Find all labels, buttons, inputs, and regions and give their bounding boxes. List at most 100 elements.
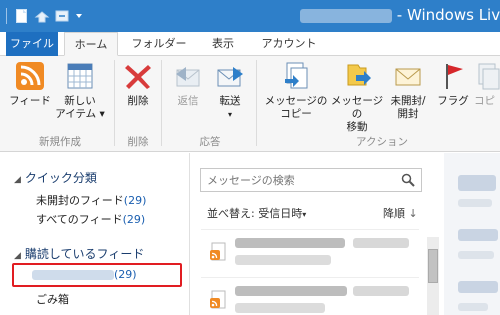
search-icon[interactable] — [401, 173, 415, 187]
delete-button-label: 削除 — [127, 95, 149, 107]
toolbar-divider — [6, 8, 7, 24]
unread-feeds-count: (29) — [123, 194, 147, 207]
flag-icon — [437, 60, 469, 92]
copy-button-label: コピ — [474, 95, 495, 107]
calendar-grid-icon — [64, 60, 96, 92]
nav-item-trash[interactable]: ごみ箱 — [36, 291, 69, 307]
scrollbar-thumb[interactable] — [428, 249, 438, 283]
blurred-subject — [235, 255, 331, 265]
flag-button-label: フラグ — [437, 95, 469, 107]
move-message-label-1: メッセージの — [330, 95, 384, 120]
blurred-time — [353, 238, 409, 248]
group-divider — [161, 60, 162, 146]
group-label-respond: 応答 — [199, 136, 221, 148]
envelope-icon — [392, 60, 424, 92]
blurred-text — [458, 251, 494, 259]
tab-home[interactable]: ホーム — [64, 32, 118, 56]
forward-button[interactable]: 転送 ▾ — [210, 60, 250, 121]
ribbon-tabs: ファイル ホーム フォルダー 表示 アカウント — [0, 32, 500, 56]
order-label: 降順 — [383, 207, 405, 220]
search-box[interactable] — [200, 168, 422, 192]
copy-button[interactable]: コピ — [474, 60, 500, 108]
delete-x-icon — [122, 60, 154, 92]
copy-icon — [474, 60, 500, 92]
feed-item-count: (29) — [114, 268, 137, 281]
forward-icon — [214, 60, 246, 92]
group-label-delete: 削除 — [127, 136, 149, 148]
unread-feeds-label: 未開封のフィード — [36, 194, 124, 207]
quick-views-label: クイック分類 — [24, 171, 97, 185]
forward-dropdown-arrow[interactable]: ▾ — [228, 108, 232, 121]
blurred-text — [458, 281, 498, 293]
reading-pane — [444, 153, 500, 315]
ribbon: フィード 新しい アイテム ▾ 新規作成 削除 削除 返信 転送 ▾ 応答 メッ… — [0, 56, 500, 152]
subscribed-feeds-header[interactable]: ◢ 購読しているフィード — [14, 245, 144, 262]
all-feeds-count: (29) — [122, 213, 146, 226]
unread-read-label-1: 未開封/ — [390, 95, 426, 107]
new-items-button[interactable]: 新しい アイテム ▾ — [54, 60, 106, 121]
tab-account[interactable]: アカウント — [252, 32, 326, 56]
tab-view[interactable]: 表示 — [198, 32, 248, 56]
sort-by-dropdown[interactable]: 並べ替え: 受信日時▾ — [207, 205, 306, 221]
collapse-triangle-icon[interactable]: ◢ — [14, 251, 21, 261]
nav-item-subscribed-feed[interactable]: (29) — [32, 268, 137, 281]
new-document-icon[interactable] — [14, 8, 30, 24]
group-divider — [114, 60, 115, 146]
new-items-label-1: 新しい — [64, 95, 96, 107]
tab-folder[interactable]: フォルダー — [124, 32, 194, 56]
group-label-new: 新規作成 — [39, 136, 81, 148]
title-bar: - Windows Liv — [0, 0, 500, 32]
sort-arrow-icon: ▾ — [302, 210, 307, 219]
blurred-account-name — [300, 8, 392, 23]
feed-button[interactable]: フィード — [8, 60, 52, 108]
new-items-label-2: アイテム ▾ — [55, 108, 105, 120]
delete-button[interactable]: 削除 — [118, 60, 158, 108]
collapse-triangle-icon[interactable]: ◢ — [14, 175, 21, 185]
search-input[interactable] — [207, 172, 397, 188]
tab-file[interactable]: ファイル — [6, 32, 58, 56]
reply-button[interactable]: 返信 — [168, 60, 208, 108]
forward-button-label: 転送 — [219, 95, 241, 107]
group-label-actions: アクション — [356, 136, 408, 148]
copy-message-button[interactable]: メッセージの コピー — [264, 60, 328, 121]
nav-item-unread-feeds[interactable]: 未開封のフィード(29) — [36, 192, 146, 208]
feed-button-label: フィード — [9, 95, 51, 107]
window-title: - Windows Liv — [300, 6, 500, 26]
folder-sync-icon[interactable] — [54, 8, 70, 24]
blurred-text — [458, 199, 492, 207]
all-feeds-label: すべてのフィード — [36, 213, 123, 226]
blurred-feed-name — [32, 270, 114, 280]
reply-button-label: 返信 — [177, 95, 199, 107]
list-item[interactable] — [201, 277, 419, 315]
copy-message-icon — [280, 60, 312, 92]
blurred-subject — [235, 303, 325, 313]
message-list-pane: 並べ替え: 受信日時▾ 降順 ↓ — [191, 153, 443, 315]
group-divider — [256, 60, 257, 146]
list-item[interactable] — [201, 229, 419, 273]
blurred-heading — [458, 175, 496, 191]
scrollbar[interactable] — [427, 237, 439, 315]
flag-button[interactable]: フラグ — [436, 60, 470, 108]
down-arrow-icon: ↓ — [408, 207, 418, 220]
sort-order-toggle[interactable]: 降順 ↓ — [383, 205, 418, 221]
move-message-button[interactable]: メッセージの 移動 — [328, 60, 386, 134]
sort-label: 並べ替え: 受信日時 — [207, 207, 303, 220]
subscribed-feeds-label: 購読しているフィード — [24, 247, 145, 261]
copy-message-label-2: コピー — [280, 108, 312, 120]
copy-message-label-1: メッセージの — [264, 95, 328, 107]
move-folder-icon — [341, 60, 373, 92]
blurred-sender — [235, 286, 347, 296]
send-receive-icon[interactable] — [34, 8, 50, 24]
window-title-suffix: - Windows Liv — [396, 6, 500, 24]
blurred-text — [458, 303, 488, 311]
unread-read-button[interactable]: 未開封/ 開封 — [384, 60, 432, 121]
nav-item-all-feeds[interactable]: すべてのフィード(29) — [36, 211, 145, 227]
customize-qat-icon[interactable] — [74, 8, 84, 24]
quick-access-toolbar — [6, 7, 84, 25]
unread-read-label-2: 開封 — [397, 108, 419, 120]
blurred-time — [353, 286, 409, 296]
quick-views-header[interactable]: ◢ クイック分類 — [14, 169, 97, 186]
blurred-sender — [235, 238, 345, 248]
rss-item-icon — [209, 242, 227, 262]
rss-item-icon — [209, 290, 227, 310]
